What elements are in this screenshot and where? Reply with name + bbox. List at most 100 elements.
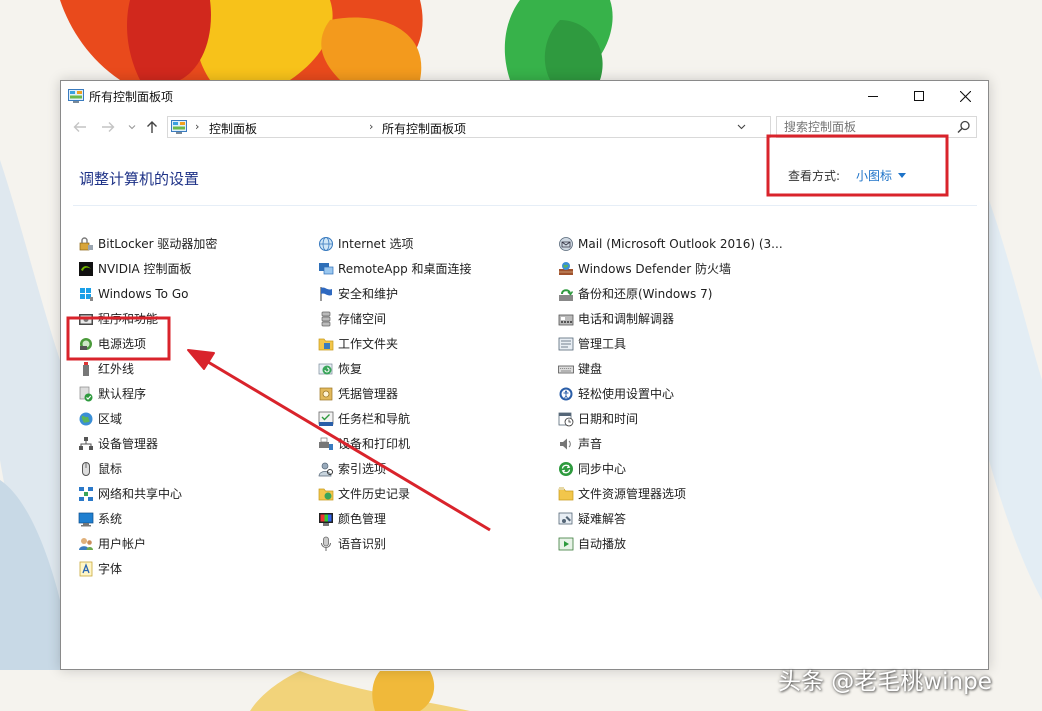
cp-item-label: 存储空间 (338, 312, 387, 326)
troubleshooting-icon (558, 512, 573, 524)
backup-icon (559, 288, 574, 301)
cp-item-label: 用户帐户 (98, 537, 147, 551)
search-icon[interactable] (957, 120, 971, 137)
cp-item-date-time[interactable]: 日期和时间 (558, 406, 783, 431)
cp-item-credential-manager[interactable]: 凭据管理器 (318, 381, 472, 406)
breadcrumb-control-panel[interactable]: 控制面板 (209, 120, 257, 137)
programs-icon (79, 313, 93, 325)
items-column-1: BitLocker 驱动器加密 NVIDIA 控制面板 Windows To G… (78, 231, 217, 581)
cp-item-sound[interactable]: 声音 (558, 431, 783, 456)
cp-item-label: 安全和维护 (338, 287, 399, 301)
cp-item-label: Mail (Microsoft Outlook 2016) (3... (578, 236, 783, 251)
autoplay-icon (558, 537, 574, 550)
cp-item-autoplay[interactable]: 自动播放 (558, 531, 783, 556)
cp-item-mouse[interactable]: 鼠标 (78, 456, 217, 481)
mail-icon (559, 236, 573, 251)
cp-item-phone-modem[interactable]: 电话和调制解调器 (558, 306, 783, 331)
cp-item-label: 工作文件夹 (338, 337, 399, 351)
cp-item-default-programs[interactable]: 默认程序 (78, 381, 217, 406)
cp-item-label: 字体 (98, 562, 123, 576)
recent-locations-button[interactable] (123, 118, 141, 136)
minimize-icon (868, 96, 878, 97)
cp-item-user-accounts[interactable]: 用户帐户 (78, 531, 217, 556)
file-history-icon (318, 488, 334, 500)
color-management-icon (319, 512, 333, 526)
cp-item-label: 系统 (98, 512, 123, 526)
search-input[interactable] (778, 118, 950, 136)
cp-item-label: 日期和时间 (578, 412, 639, 426)
cp-item-power-options[interactable]: 电源选项 (78, 331, 217, 356)
cp-item-fonts[interactable]: 字体 (78, 556, 217, 581)
cp-item-speech-recognition[interactable]: 语音识别 (318, 531, 472, 556)
cp-item-region[interactable]: 区域 (78, 406, 217, 431)
arrow-left-icon (73, 122, 86, 132)
view-mode-dropdown[interactable]: 小图标 (856, 167, 907, 184)
cp-item-label: 颜色管理 (338, 512, 387, 526)
window-title: 所有控制面板项 (89, 90, 174, 104)
cp-item-sync-center[interactable]: 同步中心 (558, 456, 783, 481)
cp-item-devices-printers[interactable]: 设备和打印机 (318, 431, 472, 456)
address-dropdown-button[interactable] (733, 118, 749, 136)
cp-item-network[interactable]: 网络和共享中心 (78, 481, 217, 506)
view-by-label: 查看方式: (788, 169, 841, 183)
cp-item-label: 索引选项 (338, 462, 387, 476)
page-title: 调整计算机的设置 (79, 170, 200, 188)
cp-item-internet-options[interactable]: Internet 选项 (318, 231, 472, 256)
sound-icon (560, 438, 571, 449)
cp-item-mail[interactable]: Mail (Microsoft Outlook 2016) (3... (558, 231, 783, 256)
breadcrumb-all-items[interactable]: 所有控制面板项 (382, 120, 466, 137)
cp-item-label: 设备和打印机 (338, 437, 411, 451)
nvidia-icon (79, 261, 93, 276)
address-bar[interactable]: › 控制面板 › 所有控制面板项 (167, 116, 771, 138)
cp-item-label: 疑难解答 (578, 512, 627, 526)
power-options-icon (80, 337, 92, 350)
up-button[interactable] (143, 118, 161, 136)
cp-item-programs[interactable]: 程序和功能 (78, 306, 217, 331)
cp-item-security-maintenance[interactable]: 安全和维护 (318, 281, 472, 306)
cp-item-infrared[interactable]: 红外线 (78, 356, 217, 381)
cp-item-remoteapp[interactable]: RemoteApp 和桌面连接 (318, 256, 472, 281)
cp-item-windows-to-go[interactable]: Windows To Go (78, 281, 217, 306)
maximize-button[interactable] (896, 81, 942, 111)
speech-recognition-icon (321, 536, 331, 551)
search-box[interactable] (776, 116, 977, 138)
view-mode-value: 小图标 (856, 169, 893, 183)
cp-item-explorer-options[interactable]: 文件资源管理器选项 (558, 481, 783, 506)
cp-item-system[interactable]: 系统 (78, 506, 217, 531)
close-icon (959, 90, 971, 102)
region-icon (79, 412, 93, 425)
cp-item-taskbar[interactable]: 任务栏和导航 (318, 406, 472, 431)
cp-item-color-management[interactable]: 颜色管理 (318, 506, 472, 531)
cp-item-label: Windows Defender 防火墙 (578, 262, 731, 276)
arrow-right-icon (102, 122, 115, 132)
arrow-up-icon (147, 121, 157, 133)
cp-item-keyboard[interactable]: 键盘 (558, 356, 783, 381)
back-button[interactable] (71, 118, 89, 136)
phone-modem-icon (558, 314, 574, 325)
cp-item-label: RemoteApp 和桌面连接 (338, 262, 472, 276)
forward-button[interactable] (99, 118, 117, 136)
breadcrumb-separator-icon[interactable]: › (195, 120, 199, 133)
cp-item-troubleshooting[interactable]: 疑难解答 (558, 506, 783, 531)
user-accounts-icon (79, 537, 93, 550)
default-programs-icon (79, 386, 93, 401)
cp-item-work-folders[interactable]: 工作文件夹 (318, 331, 472, 356)
cp-item-recovery[interactable]: 恢复 (318, 356, 472, 381)
cp-item-ease-of-access[interactable]: 轻松使用设置中心 (558, 381, 783, 406)
title-bar[interactable]: 所有控制面板项 (61, 81, 988, 111)
cp-item-backup-restore[interactable]: 备份和还原(Windows 7) (558, 281, 783, 306)
bitlocker-icon (79, 236, 93, 250)
cp-item-indexing[interactable]: 索引选项 (318, 456, 472, 481)
minimize-button[interactable] (850, 81, 896, 111)
cp-item-file-history[interactable]: 文件历史记录 (318, 481, 472, 506)
cp-item-nvidia[interactable]: NVIDIA 控制面板 (78, 256, 217, 281)
items-column-3: Mail (Microsoft Outlook 2016) (3... Wind… (558, 231, 783, 556)
cp-item-device-manager[interactable]: 设备管理器 (78, 431, 217, 456)
cp-item-storage-spaces[interactable]: 存储空间 (318, 306, 472, 331)
breadcrumb-separator-icon[interactable]: › (369, 120, 373, 133)
cp-item-bitlocker[interactable]: BitLocker 驱动器加密 (78, 231, 217, 256)
cp-item-label: 自动播放 (578, 537, 627, 551)
cp-item-admin-tools[interactable]: 管理工具 (558, 331, 783, 356)
cp-item-firewall[interactable]: Windows Defender 防火墙 (558, 256, 783, 281)
close-button[interactable] (942, 81, 988, 111)
